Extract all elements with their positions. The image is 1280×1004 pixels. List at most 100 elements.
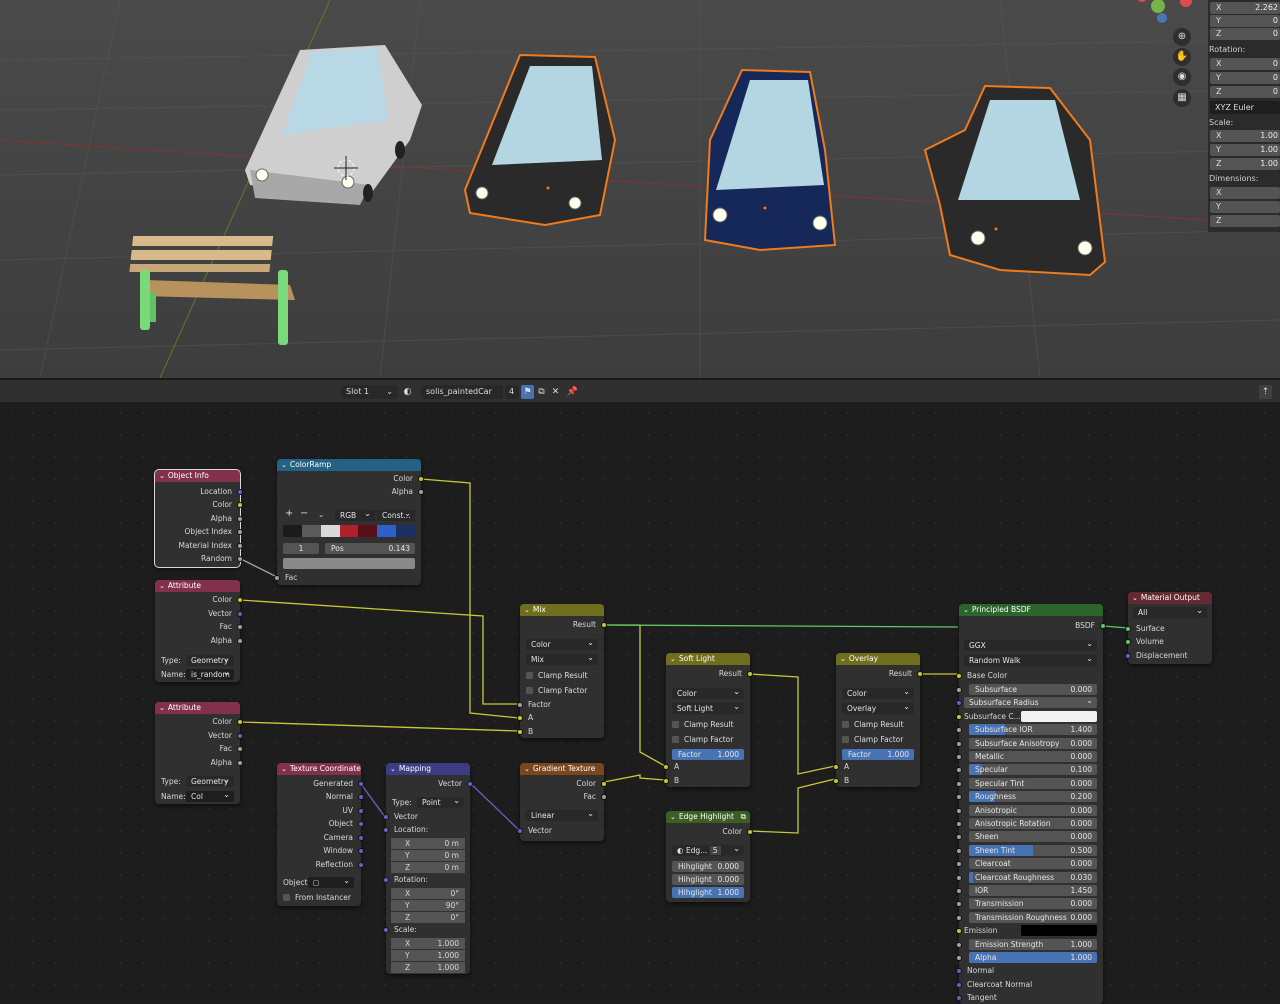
socket[interactable] xyxy=(237,516,243,522)
value-slider[interactable]: Anisotropic Rotation 0.000 xyxy=(969,818,1097,829)
socket[interactable] xyxy=(358,821,364,827)
factor-slider[interactable]: Factor 1.000 xyxy=(842,749,914,760)
location-z-field[interactable]: Z0 m xyxy=(391,862,465,873)
color-swatch[interactable] xyxy=(1021,925,1097,937)
interpolation-select[interactable]: Const... xyxy=(377,508,415,521)
fake-user-icon[interactable]: ⚑ xyxy=(521,385,534,399)
blend-mode-select[interactable]: Soft Light xyxy=(672,701,744,714)
socket[interactable] xyxy=(956,981,962,988)
socket[interactable] xyxy=(237,638,243,644)
color-swatch[interactable] xyxy=(1021,710,1097,722)
location-x-field[interactable]: X0 m xyxy=(391,838,465,849)
socket[interactable] xyxy=(358,781,364,787)
duplicate-icon[interactable]: ⧉ xyxy=(535,385,548,399)
socket[interactable] xyxy=(956,847,962,854)
socket[interactable] xyxy=(601,622,607,628)
socket[interactable] xyxy=(358,808,364,814)
blend-mode-select[interactable]: Overlay xyxy=(842,701,914,714)
value-slider[interactable]: Transmission Roughness 0.000 xyxy=(969,911,1097,923)
socket[interactable] xyxy=(956,780,962,787)
subsurface-method-select[interactable]: Random Walk xyxy=(964,653,1097,666)
socket[interactable] xyxy=(956,901,962,908)
texture-coordinate-node[interactable]: ⌄ Texture Coordinate Generated Normal UV … xyxy=(277,763,364,906)
node-header[interactable]: ⌄ Attribute xyxy=(155,580,240,592)
scale-z-field[interactable]: Z 1.000 xyxy=(391,962,465,973)
socket[interactable] xyxy=(833,778,839,784)
hand-pan-icon[interactable]: ✋ xyxy=(1173,48,1191,66)
value-slider[interactable]: Subsurface IOR 1.400 xyxy=(969,724,1097,736)
value-slider[interactable]: Clearcoat 0.000 xyxy=(969,858,1097,870)
socket[interactable] xyxy=(956,687,962,693)
camera-icon[interactable]: ◉ xyxy=(1173,68,1191,86)
highlight-input-3[interactable]: Hihglight 1.000 xyxy=(672,887,744,898)
attribute-node-1[interactable]: ⌄ Attribute Color Vector Fac Alpha Type: … xyxy=(155,580,243,682)
location-z-field[interactable]: Z0 xyxy=(1210,28,1280,40)
unlink-icon[interactable]: ✕ xyxy=(549,385,562,399)
socket[interactable] xyxy=(956,941,962,948)
rotation-x-field[interactable]: X0 xyxy=(1210,58,1280,70)
socket[interactable] xyxy=(956,794,962,801)
data-type-select[interactable]: Color xyxy=(672,686,744,699)
overlay-node[interactable]: ⌄Overlay Result Color Overlay Clamp Resu… xyxy=(833,653,923,787)
socket[interactable] xyxy=(517,828,523,834)
node-header[interactable]: ⌄ Principled BSDF xyxy=(959,604,1103,616)
socket[interactable] xyxy=(747,671,753,677)
socket[interactable] xyxy=(237,611,243,617)
parent-node-tree-icon[interactable]: ⇡ xyxy=(1259,385,1272,399)
node-editor[interactable]: ⌄ Object Info Location Color Alpha Object… xyxy=(0,402,1280,1004)
socket[interactable] xyxy=(956,928,962,935)
blend-mode-select[interactable]: Mix xyxy=(526,652,598,665)
socket[interactable] xyxy=(956,968,962,975)
value-slider[interactable]: Transmission 0.000 xyxy=(969,898,1097,910)
mix-node[interactable]: ⌄Mix Result Color Mix Clamp Result Clamp… xyxy=(517,604,607,738)
node-header[interactable]: ⌄ Gradient Texture xyxy=(520,763,604,775)
gradient-texture-node[interactable]: ⌄Gradient Texture Color Fac Linear Vecto… xyxy=(517,763,607,841)
scale-x-field[interactable]: X 1.00 xyxy=(1210,130,1280,142)
socket[interactable] xyxy=(956,767,962,774)
socket[interactable] xyxy=(956,874,962,881)
rotation-x-field[interactable]: X 0° xyxy=(391,888,465,899)
socket[interactable] xyxy=(601,781,607,787)
clamp-factor-checkbox[interactable]: Clamp Factor xyxy=(526,685,587,696)
from-instancer-checkbox[interactable]: From Instancer xyxy=(283,892,351,903)
value-slider[interactable]: Specular 0.100 xyxy=(969,764,1097,776)
value-slider[interactable]: Subsurface Anisotropy 0.000 xyxy=(969,737,1097,749)
socket[interactable] xyxy=(237,529,243,535)
socket[interactable] xyxy=(833,764,839,770)
value-slider[interactable]: Sheen 0.000 xyxy=(969,831,1097,843)
attribute-node-2[interactable]: ⌄ Attribute Color Vector Fac Alpha Type: … xyxy=(155,702,243,804)
color-mode-select[interactable]: RGB xyxy=(335,508,375,521)
socket[interactable] xyxy=(956,861,962,868)
attribute-name-field[interactable]: is_random xyxy=(186,667,234,680)
value-slider[interactable]: Emission Strength 1.000 xyxy=(969,938,1097,950)
rotation-y-field[interactable]: Y 90° xyxy=(391,900,465,911)
color-ramp-gradient[interactable] xyxy=(283,525,416,537)
soft-light-node[interactable]: ⌄Soft Light Result Color Soft Light Clam… xyxy=(663,653,753,787)
value-slider[interactable]: Subsurface 0.000 xyxy=(969,684,1097,695)
ramp-menu-icon[interactable]: ⌄ xyxy=(318,509,324,520)
socket[interactable] xyxy=(956,888,962,894)
dimensions-y-field[interactable]: Y xyxy=(1210,201,1280,213)
socket[interactable] xyxy=(383,827,389,833)
socket[interactable] xyxy=(237,502,243,508)
dimensions-x-field[interactable]: X xyxy=(1210,187,1280,199)
socket[interactable] xyxy=(517,702,523,708)
factor-slider[interactable]: Factor 1.000 xyxy=(672,749,744,760)
highlight-input-1[interactable]: Hihglight 0.000 xyxy=(672,861,744,872)
socket[interactable] xyxy=(237,719,243,725)
type-select[interactable]: Geometry xyxy=(186,653,234,666)
socket[interactable] xyxy=(917,671,923,677)
clamp-factor-checkbox[interactable]: Clamp Factor xyxy=(672,734,733,745)
value-slider[interactable]: Clearcoat Roughness 0.030 xyxy=(969,871,1097,883)
clamp-result-checkbox[interactable]: Clamp Result xyxy=(672,719,734,730)
stop-color-swatch[interactable] xyxy=(283,558,415,569)
node-header[interactable]: ⌄ Mapping xyxy=(386,763,470,775)
location-x-field[interactable]: X 2.262 xyxy=(1210,2,1280,14)
rotation-z-field[interactable]: Z0 xyxy=(1210,86,1280,98)
rotation-y-field[interactable]: Y0 xyxy=(1210,72,1280,84)
mapping-type-select[interactable]: Point xyxy=(417,795,464,808)
object-picker-field[interactable]: ◻ xyxy=(308,875,354,888)
object-info-node[interactable]: ⌄ Object Info Location Color Alpha Object… xyxy=(154,469,243,568)
pin-icon[interactable]: 📌 xyxy=(566,385,579,399)
value-slider[interactable]: Roughness 0.200 xyxy=(969,791,1097,803)
